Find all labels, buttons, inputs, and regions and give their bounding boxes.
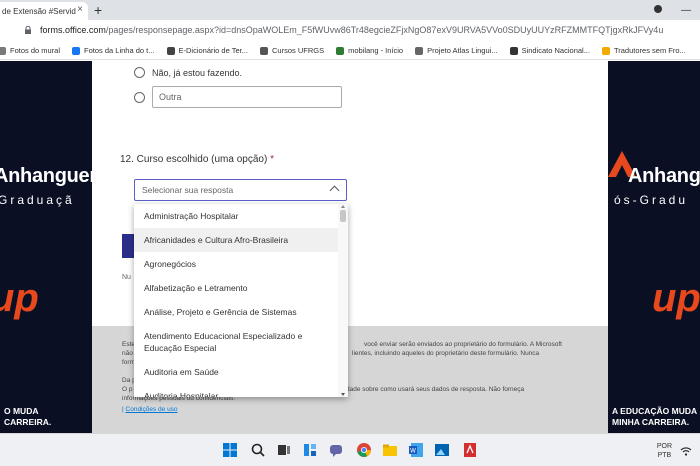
bookmark-item[interactable]: Cursos UFRGS — [259, 46, 325, 55]
minimize-button[interactable]: — — [672, 5, 700, 16]
ad-brand-subtitle: Graduaçã — [0, 193, 75, 207]
bookmark-item[interactable]: Tradutores sem Fro... — [601, 46, 686, 55]
bookmark-item[interactable]: Fotos da Linha do t... — [72, 46, 155, 55]
system-tray: POR PTB — [657, 434, 700, 466]
number-label: Nu — [122, 274, 131, 281]
windows-start-icon[interactable] — [222, 442, 238, 458]
scroll-down-icon[interactable] — [341, 393, 345, 396]
tab-close-icon[interactable]: × — [77, 4, 83, 15]
web-page: Anhanguera Graduaçã up O MUDA CARREIRA. … — [0, 61, 700, 433]
bookmark-label: E-Dicionário de Ter... — [178, 46, 248, 55]
footer-text: lientes, incluindo aqueles do proprietár… — [352, 350, 540, 357]
footer-text: não — [122, 350, 133, 357]
terms-of-use-link[interactable]: Condições de uso — [126, 406, 178, 413]
ad-up-logo: up — [652, 276, 700, 320]
bookmark-item[interactable]: Sindicato Nacional... — [509, 46, 590, 55]
footer-text: O p — [122, 386, 133, 393]
bookmark-favicon-icon — [601, 46, 610, 55]
ad-banner-left[interactable]: Anhanguera Graduaçã up O MUDA CARREIRA. — [0, 61, 92, 433]
dropdown-option[interactable]: Africanidades e Cultura Afro-Brasileira — [134, 228, 338, 252]
scrollbar-thumb[interactable] — [340, 210, 346, 222]
question-label: 12. Curso escolhido (uma opção) * — [120, 154, 274, 165]
footer-text: você enviar serão enviados ao proprietár… — [364, 341, 562, 348]
bookmark-item[interactable]: mobilang - Início — [336, 46, 403, 55]
bookmark-item[interactable]: E-Dicionário de Ter... — [166, 46, 248, 55]
select-placeholder: Selecionar sua resposta — [142, 185, 234, 195]
dropdown-scrollbar[interactable] — [338, 204, 348, 397]
chat-icon[interactable] — [328, 442, 344, 458]
pdf-reader-icon[interactable] — [462, 442, 478, 458]
bookmark-favicon-icon — [72, 46, 81, 55]
bookmark-label: Fotos do mural — [10, 46, 61, 55]
ad-up-logo: up — [0, 276, 39, 320]
course-dropdown-list[interactable]: Administração Hospitalar Africanidades e … — [134, 204, 348, 397]
bookmark-label: Projeto Atlas Lingui... — [427, 46, 498, 55]
radio-button[interactable] — [134, 67, 145, 78]
bookmark-item[interactable]: Fotos do mural — [0, 46, 60, 55]
course-select[interactable]: Selecionar sua resposta — [134, 179, 347, 201]
dropdown-option[interactable]: Auditoria Hospitalar — [134, 384, 338, 397]
widgets-icon[interactable] — [302, 442, 318, 458]
bookmark-favicon-icon — [166, 46, 175, 55]
scroll-up-icon[interactable] — [341, 205, 345, 208]
bookmark-label: Tradutores sem Fro... — [613, 46, 686, 55]
bookmark-label: mobilang - Início — [348, 46, 404, 55]
bookmark-item[interactable]: Projeto Atlas Lingui... — [415, 46, 498, 55]
chrome-icon[interactable] — [356, 442, 372, 458]
svg-text:W: W — [410, 448, 416, 455]
ad-brand-name: Anhanguera — [0, 165, 92, 187]
ad-banner-right[interactable]: Anhanguera ós-Gradu up A EDUCAÇÃO MUDA M… — [608, 61, 700, 433]
dropdown-option[interactable]: Agronegócios — [134, 252, 338, 276]
radio-option-no[interactable]: Não, já estou fazendo. — [134, 67, 242, 78]
bookmark-favicon-icon — [259, 46, 268, 55]
language-indicator[interactable]: POR PTB — [657, 442, 672, 460]
bookmarks-bar: Fotos do mural Fotos da Linha do t... E-Di… — [0, 42, 700, 60]
radio-button[interactable] — [134, 91, 145, 103]
bookmark-label: Sindicato Nacional... — [521, 46, 590, 55]
ad-slogan: A EDUCAÇÃO MUDA MINHA CARREIRA. — [612, 406, 698, 427]
bookmark-label: Fotos da Linha do t... — [84, 46, 155, 55]
bookmark-favicon-icon — [415, 46, 424, 55]
url-text[interactable]: forms.office.com/pages/responsepage.aspx… — [40, 25, 663, 35]
wifi-icon[interactable] — [680, 445, 692, 457]
ad-brand-name: Anhanguera — [628, 165, 700, 187]
browser-tab[interactable]: de Extensão #Servidor × — [0, 2, 88, 20]
bookmark-favicon-icon — [0, 46, 6, 55]
address-bar[interactable]: forms.office.com/pages/responsepage.aspx… — [0, 20, 700, 42]
dropdown-option[interactable]: Análise, Projeto e Gerência de Sistemas — [134, 300, 338, 324]
word-icon[interactable]: W — [408, 442, 424, 458]
ad-slogan: O MUDA CARREIRA. — [4, 406, 52, 427]
dropdown-option[interactable]: Atendimento Educacional Especializado e … — [134, 324, 338, 360]
footer-text: dade sobre como usará seus dados de resp… — [346, 386, 525, 393]
bookmark-favicon-icon — [509, 46, 518, 55]
dropdown-option[interactable]: Auditoria em Saúde — [134, 360, 338, 384]
window-controls: — — [644, 0, 700, 20]
record-icon[interactable] — [644, 4, 672, 16]
dropdown-option[interactable]: Administração Hospitalar — [134, 204, 338, 228]
bookmark-label: Cursos UFRGS — [271, 46, 325, 55]
task-view-icon[interactable] — [276, 442, 292, 458]
bookmark-favicon-icon — [336, 46, 345, 55]
other-text-input[interactable]: Outra — [152, 86, 342, 108]
chevron-up-icon — [329, 185, 340, 196]
ad-brand-subtitle: ós-Gradu — [614, 193, 689, 207]
lock-icon[interactable] — [24, 26, 32, 34]
radio-option-other[interactable]: Outra — [134, 86, 342, 108]
file-explorer-icon[interactable] — [382, 442, 398, 458]
radio-label: Não, já estou fazendo. — [152, 67, 243, 78]
tab-title: de Extensão #Servidor — [2, 6, 76, 16]
search-icon[interactable] — [250, 442, 266, 458]
new-tab-button[interactable]: + — [94, 2, 102, 18]
dropdown-option[interactable]: Alfabetização e Letramento — [134, 276, 338, 300]
footer-link-line: | Condições de uso — [122, 406, 178, 413]
browser-tab-bar: de Extensão #Servidor × + — — [0, 0, 700, 20]
required-mark: * — [270, 154, 274, 165]
photos-icon[interactable] — [434, 442, 450, 458]
windows-taskbar: W POR PTB — [0, 433, 700, 466]
